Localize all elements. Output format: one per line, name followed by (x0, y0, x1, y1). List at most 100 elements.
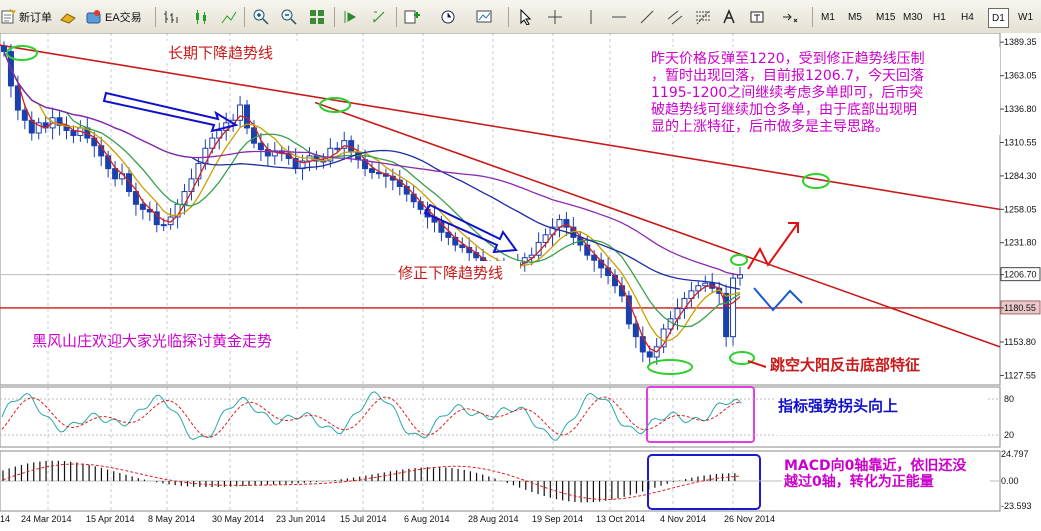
vertical-line-button[interactable] (580, 6, 602, 28)
date-tick-label: 4 Nov 2014 (660, 514, 706, 524)
zoom-in-button[interactable] (250, 6, 272, 28)
date-tick-label: 8 May 2014 (148, 514, 195, 524)
bar-chart-icon (164, 11, 178, 23)
candle-body (369, 168, 375, 173)
candle-chart-button[interactable] (190, 6, 212, 28)
clock-icon (441, 10, 455, 24)
periods-button[interactable] (438, 6, 460, 28)
separator (155, 7, 156, 27)
label-tool-button[interactable] (746, 6, 768, 28)
analysis-text-line: ，暂时出现回落，目前报1206.7，今天回落 (651, 67, 924, 84)
text-icon (723, 9, 735, 24)
line-chart-icon (221, 11, 237, 24)
crosshair-button[interactable] (544, 6, 566, 28)
channel-icon (667, 10, 683, 25)
zoom-out-button[interactable] (278, 6, 300, 28)
date-tick-label: 14 (0, 514, 10, 524)
timeframe-w1[interactable]: W1 (1015, 8, 1036, 26)
zoom-out-icon (281, 9, 297, 25)
channel-button[interactable] (664, 6, 686, 28)
ea-trading-button[interactable]: EA交易 (86, 6, 142, 28)
candle-body (188, 178, 195, 193)
tile-windows-button[interactable] (306, 6, 328, 28)
date-tick-label: 24 Mar 2014 (21, 514, 72, 524)
price-tick-label: 1284.30 (1004, 171, 1037, 181)
grid-icon (310, 10, 324, 24)
analysis-text-line: 破趋势线可继续加仓多单，由于底部出现明 (651, 101, 917, 118)
arrows-icon (783, 13, 798, 23)
timeframe-m15[interactable]: M15 (873, 8, 898, 26)
separator (812, 7, 813, 27)
text-tool-button[interactable] (718, 6, 740, 28)
indicator-note-label: 指标强势拐头向上 (778, 397, 898, 415)
macd-note-label: 越过0轴，转化为正能量 (783, 473, 934, 490)
arrows-button[interactable] (778, 6, 800, 28)
price-tick-label: 1231.80 (1004, 238, 1037, 248)
separator (244, 7, 245, 27)
new-order-label: 新订单 (19, 12, 52, 24)
templates-button[interactable] (474, 6, 496, 28)
horizontal-line-icon (612, 16, 626, 18)
timeframe-m5[interactable]: M5 (845, 8, 865, 26)
candle-icon (196, 10, 206, 24)
candle-body (1, 45, 7, 53)
macd-note-label: MACD向0轴靠近，依旧还没 (784, 457, 967, 474)
date-tick-label: 6 Aug 2014 (404, 514, 450, 524)
candle-body (459, 244, 466, 249)
price-tick-label: 1336.80 (1004, 104, 1037, 114)
macd-level-label: 0.00 (1001, 476, 1019, 486)
new-order-button[interactable]: 新订单 (0, 6, 52, 28)
price-tick-label: 1206.70 (1004, 270, 1037, 280)
price-tick-label: 1389.35 (1004, 37, 1037, 47)
timeframe-h4[interactable]: H4 (958, 8, 977, 26)
trendline-button[interactable] (636, 6, 658, 28)
candle-body (21, 109, 28, 121)
timeframe-d1[interactable]: D1 (988, 8, 1009, 28)
line-chart-button[interactable] (218, 6, 240, 28)
stochastic-level-label: 20 (1004, 430, 1014, 440)
gold-bar-button[interactable] (57, 6, 79, 28)
candle-body (334, 147, 341, 150)
candle-body (702, 282, 709, 287)
horizontal-line-button[interactable] (608, 6, 630, 28)
date-tick-label: 15 Jul 2014 (340, 514, 387, 524)
timeframe-h1[interactable]: H1 (930, 8, 949, 26)
indicators-icon (404, 10, 420, 24)
trendline-icon (640, 10, 654, 24)
date-tick-label: 23 Jun 2014 (276, 514, 326, 524)
fibonacci-icon (696, 10, 710, 25)
timeframe-m1[interactable]: M1 (818, 8, 838, 26)
gap-candle-label: 跳空大阳反击底部特征 (770, 356, 920, 374)
separator (396, 7, 397, 27)
analysis-text-line: 显的上涨特征，后市做多是主导思路。 (651, 118, 889, 135)
toolbar: 新订单 EA交易 M1 M5 M15 M30 H1 H4 D1 W1 (0, 0, 1041, 34)
chart-shift-button[interactable] (368, 6, 390, 28)
price-tick-label: 1258.05 (1004, 204, 1037, 214)
date-tick-label: 30 May 2014 (212, 514, 264, 524)
new-order-icon (0, 8, 17, 25)
analysis-text-line: 1195-1200之间继续考虑多单即可，后市突 (651, 84, 923, 101)
date-tick-label: 28 Aug 2014 (468, 514, 519, 524)
timeframe-m30[interactable]: M30 (900, 8, 925, 26)
stochastic-level-label: 80 (1004, 394, 1014, 404)
bar-chart-button[interactable] (160, 6, 182, 28)
cursor-icon (520, 9, 532, 25)
crosshair-icon (548, 10, 562, 24)
price-tick-label: 1153.80 (1004, 337, 1036, 347)
chart-area[interactable]: 1389.35 1363.05 1336.80 1310.55 1284.30 1258.… (0, 33, 1041, 531)
date-tick-label: 15 Apr 2014 (86, 514, 135, 524)
label-icon (750, 11, 764, 23)
cursor-button[interactable] (514, 6, 536, 28)
date-tick-label: 13 Oct 2014 (596, 514, 645, 524)
fibonacci-button[interactable] (692, 6, 714, 28)
scroll-icon (344, 11, 357, 23)
candle-body (646, 351, 653, 358)
candle-body (257, 142, 264, 151)
vertical-line-icon (590, 10, 592, 24)
long-trend-label: 长期下降趋势线 (168, 44, 273, 62)
macd-level-label: 24.797 (1001, 449, 1029, 459)
indicators-button[interactable] (402, 6, 424, 28)
price-tick-label: 1363.05 (1004, 71, 1037, 81)
separator (508, 7, 509, 27)
scroll-chart-button[interactable] (340, 6, 362, 28)
